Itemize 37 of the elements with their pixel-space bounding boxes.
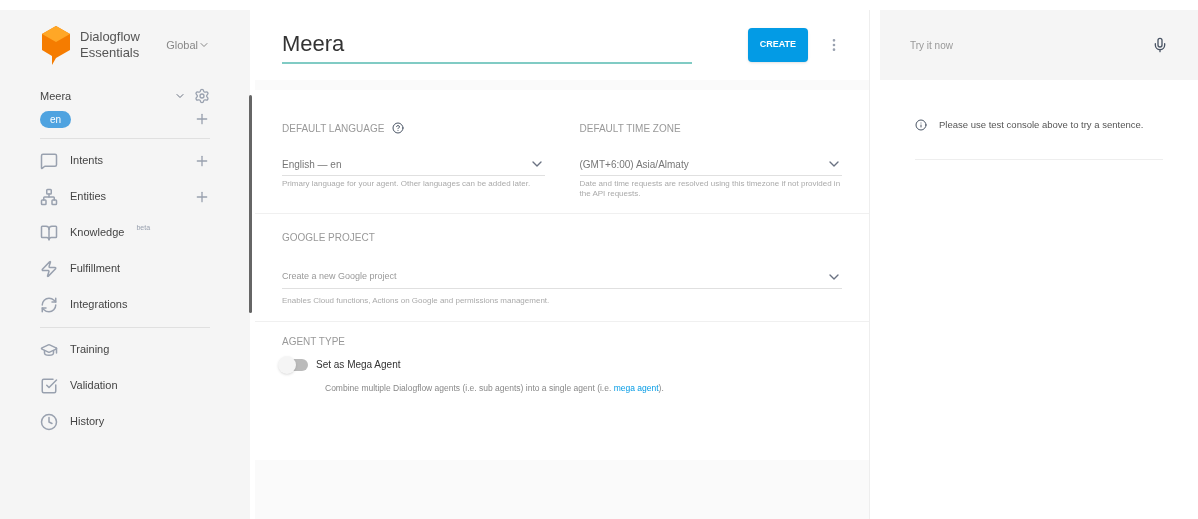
- chat-icon: [40, 151, 58, 170]
- microphone-icon[interactable]: [1152, 37, 1168, 53]
- hierarchy-icon: [40, 187, 58, 206]
- agent-type-description: Combine multiple Dialogflow agents (i.e. sub agents) into a single agent (i.e. mega agent).: [325, 382, 665, 395]
- field-label: DEFAULT TIME ZONE: [579, 121, 681, 136]
- field-label: DEFAULT LANGUAGE: [282, 121, 385, 136]
- nav-item[interactable]: Entities: [70, 188, 107, 205]
- console-message: Please use test console above to try a sentence.: [939, 118, 1144, 132]
- field-hint: Enables Cloud functions, Actions on Google and permissions management.: [282, 295, 551, 307]
- agent-selector[interactable]: Meera: [40, 88, 72, 105]
- brand-subtitle: Essentials: [80, 45, 140, 62]
- sync-icon: [40, 295, 58, 314]
- field-hint: Primary language for your agent. Other languages can be added later.: [282, 179, 532, 189]
- info-icon: [915, 119, 927, 131]
- nav-item[interactable]: Validation: [70, 377, 118, 394]
- cube-logo-icon: [40, 24, 72, 66]
- help-icon[interactable]: [392, 122, 405, 134]
- toggle-label: Set as Mega Agent: [316, 358, 401, 372]
- checkbox-icon: [40, 376, 58, 395]
- brand-name: Dialogflow: [80, 28, 140, 45]
- nav-item[interactable]: History: [70, 413, 105, 430]
- dropdown-field[interactable]: English — en: [282, 156, 545, 176]
- dropdown-field[interactable]: (GMT+6:00) Asia/Almaty: [579, 156, 842, 176]
- settings-icon[interactable]: [194, 88, 210, 105]
- nav-item[interactable]: Knowledge: [70, 224, 125, 241]
- bolt-icon: [40, 259, 58, 278]
- clock-icon: [40, 412, 58, 431]
- add-icon[interactable]: [194, 111, 210, 127]
- nav-item[interactable]: Fulfillment: [70, 260, 121, 277]
- book-icon: [40, 223, 58, 242]
- field-label: AGENT TYPE: [282, 335, 346, 349]
- field-hint: Date and time requests are resolved using this timezone if not provided in the API requests.: [579, 179, 842, 199]
- agent-name-field[interactable]: Meera: [282, 26, 692, 64]
- nav-item[interactable]: Intents: [70, 152, 104, 169]
- field-label: GOOGLE PROJECT: [282, 231, 376, 245]
- nav-item[interactable]: Training: [70, 341, 110, 358]
- nav-item[interactable]: Integrations: [70, 296, 128, 313]
